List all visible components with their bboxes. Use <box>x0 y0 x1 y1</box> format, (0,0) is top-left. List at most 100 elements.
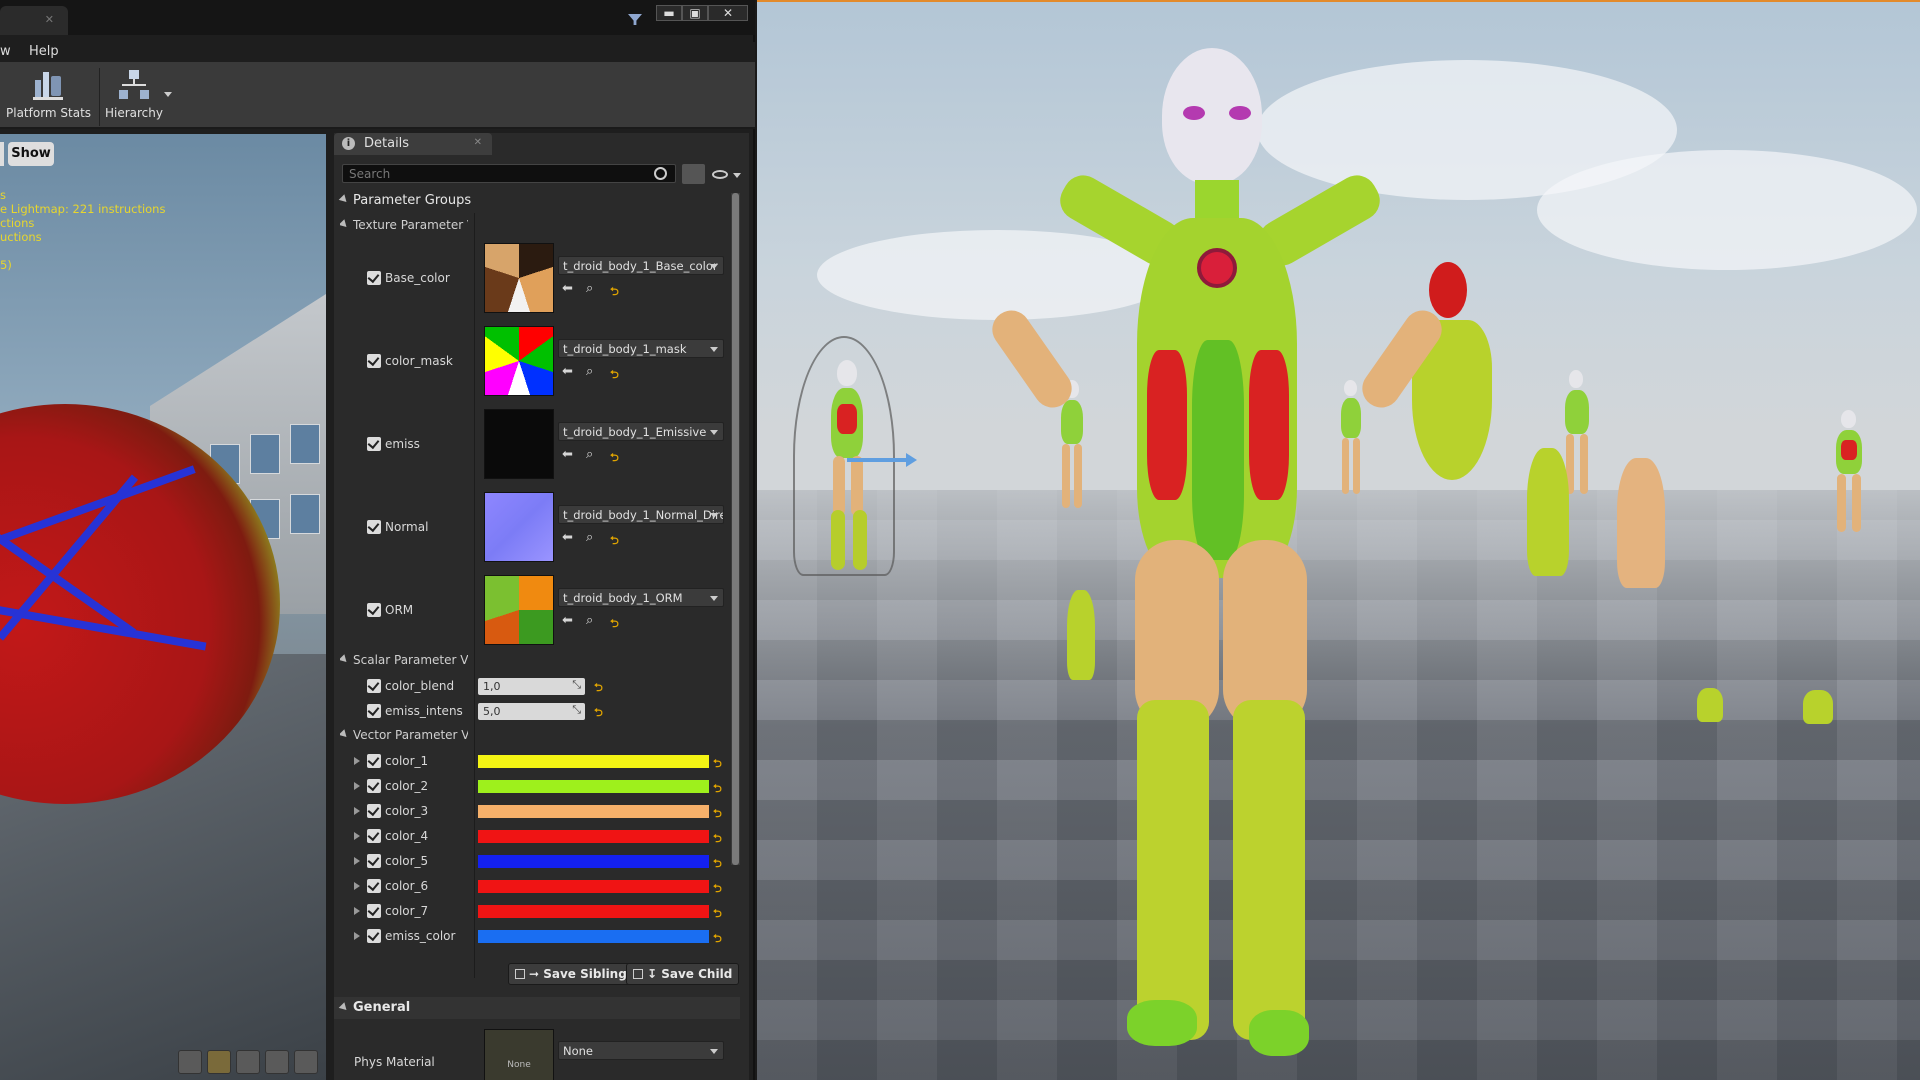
general-section-header[interactable]: General <box>334 997 740 1019</box>
override-checkbox[interactable] <box>367 879 381 893</box>
override-checkbox[interactable] <box>367 679 381 693</box>
reset-icon[interactable]: ⮌ <box>713 830 722 849</box>
expand-icon[interactable] <box>354 757 360 765</box>
override-checkbox[interactable] <box>367 704 381 718</box>
close-tab-icon[interactable]: ✕ <box>474 137 482 148</box>
scalar-value-field[interactable]: 1,0 <box>478 678 585 695</box>
reset-icon[interactable]: ⮌ <box>610 366 619 385</box>
color-swatch[interactable] <box>478 805 709 818</box>
search-icon[interactable] <box>654 167 667 180</box>
reset-icon[interactable]: ⮌ <box>594 704 603 723</box>
asset-picker[interactable]: t_droid_body_1_Base_color <box>558 256 724 275</box>
override-checkbox[interactable] <box>367 520 381 534</box>
save-sibling-button[interactable]: ➞ Save Sibling <box>508 963 634 985</box>
color-swatch[interactable] <box>478 755 709 768</box>
asset-picker[interactable]: t_droid_body_1_ORM <box>558 588 724 607</box>
override-checkbox[interactable] <box>367 904 381 918</box>
browse-arrow-icon[interactable]: ⬅ <box>562 530 573 545</box>
color-swatch[interactable] <box>478 830 709 843</box>
texture-thumbnail[interactable] <box>484 575 554 645</box>
asset-picker[interactable]: t_droid_body_1_Emissive <box>558 422 724 441</box>
expand-icon[interactable] <box>354 782 360 790</box>
close-tab-icon[interactable]: ✕ <box>45 13 54 26</box>
expand-icon[interactable] <box>354 807 360 815</box>
override-checkbox[interactable] <box>367 929 381 943</box>
override-checkbox[interactable] <box>367 854 381 868</box>
texture-section-header[interactable]: Texture Parameter Va <box>340 218 468 232</box>
reset-icon[interactable]: ⮌ <box>610 532 619 551</box>
reset-icon[interactable]: ⮌ <box>594 679 603 698</box>
reset-icon[interactable]: ⮌ <box>610 615 619 634</box>
expand-icon[interactable] <box>354 857 360 865</box>
phys-material-picker[interactable]: None <box>558 1041 724 1060</box>
color-swatch[interactable] <box>478 880 709 893</box>
asset-picker[interactable]: t_droid_body_1_Normal_Dire <box>558 505 724 524</box>
expand-icon[interactable] <box>354 832 360 840</box>
override-checkbox[interactable] <box>367 804 381 818</box>
find-icon[interactable]: ⌕ <box>586 613 593 628</box>
find-icon[interactable]: ⌕ <box>586 281 593 296</box>
plane-icon[interactable] <box>236 1050 260 1074</box>
expand-icon[interactable] <box>354 932 360 940</box>
hierarchy-dropdown-icon[interactable] <box>164 92 172 97</box>
expand-icon[interactable] <box>354 907 360 915</box>
browse-arrow-icon[interactable]: ⬅ <box>562 447 573 462</box>
asset-tab[interactable]: ✕ <box>0 6 68 35</box>
cube-icon[interactable] <box>265 1050 289 1074</box>
override-checkbox[interactable] <box>367 829 381 843</box>
color-swatch[interactable] <box>478 905 709 918</box>
override-checkbox[interactable] <box>367 354 381 368</box>
sphere-icon[interactable] <box>207 1050 231 1074</box>
save-child-button[interactable]: ↧ Save Child <box>626 963 740 985</box>
scalar-section-header[interactable]: Scalar Parameter Valu <box>340 653 468 667</box>
reset-icon[interactable]: ⮌ <box>610 283 619 302</box>
column-divider[interactable] <box>474 213 475 978</box>
texture-thumbnail[interactable] <box>484 326 554 396</box>
find-icon[interactable]: ⌕ <box>586 530 593 545</box>
texture-thumbnail[interactable] <box>484 409 554 479</box>
menu-item-help[interactable]: Help <box>29 44 59 59</box>
reset-icon[interactable]: ⮌ <box>713 855 722 874</box>
reset-icon[interactable]: ⮌ <box>713 805 722 824</box>
browse-arrow-icon[interactable]: ⬅ <box>562 364 573 379</box>
texture-thumbnail[interactable] <box>484 243 554 313</box>
parameter-groups-header[interactable]: Parameter Groups <box>338 193 471 208</box>
find-icon[interactable]: ⌕ <box>586 447 593 462</box>
view-options-dropdown-icon[interactable] <box>733 173 741 178</box>
expand-icon[interactable] <box>354 882 360 890</box>
search-input[interactable]: Search <box>342 164 676 183</box>
override-checkbox[interactable] <box>367 754 381 768</box>
color-swatch[interactable] <box>478 855 709 868</box>
color-swatch[interactable] <box>478 930 709 943</box>
minimize-button[interactable]: ▬ <box>656 5 682 21</box>
tab-details[interactable]: i Details ✕ <box>334 133 492 155</box>
platform-stats-button[interactable]: Platform Stats <box>6 66 91 126</box>
override-checkbox[interactable] <box>367 779 381 793</box>
color-swatch[interactable] <box>478 780 709 793</box>
reset-icon[interactable]: ⮌ <box>713 930 722 949</box>
reset-icon[interactable]: ⮌ <box>713 905 722 924</box>
property-matrix-icon[interactable] <box>682 164 705 184</box>
find-icon[interactable]: ⌕ <box>586 364 593 379</box>
details-scrollbar[interactable] <box>731 193 740 865</box>
override-checkbox[interactable] <box>367 603 381 617</box>
vector-section-header[interactable]: Vector Parameter Valu <box>340 728 468 742</box>
viewport-options-button[interactable] <box>0 142 4 166</box>
override-checkbox[interactable] <box>367 437 381 451</box>
reset-icon[interactable]: ⮌ <box>713 880 722 899</box>
reset-icon[interactable]: ⮌ <box>713 780 722 799</box>
menu-item-window[interactable]: w <box>0 44 11 59</box>
level-viewport[interactable] <box>757 0 1920 1080</box>
texture-thumbnail[interactable] <box>484 492 554 562</box>
phys-material-thumbnail[interactable]: None <box>484 1029 554 1080</box>
override-checkbox[interactable] <box>367 271 381 285</box>
asset-picker[interactable]: t_droid_body_1_mask <box>558 339 724 358</box>
scalar-value-field[interactable]: 5,0 <box>478 703 585 720</box>
material-preview-viewport[interactable] <box>0 134 326 1080</box>
hierarchy-button[interactable]: Hierarchy <box>104 66 164 126</box>
browse-arrow-icon[interactable]: ⬅ <box>562 613 573 628</box>
cylinder-icon[interactable] <box>178 1050 202 1074</box>
browse-arrow-icon[interactable]: ⬅ <box>562 281 573 296</box>
show-button[interactable]: Show <box>8 142 54 166</box>
mesh-icon[interactable] <box>294 1050 318 1074</box>
